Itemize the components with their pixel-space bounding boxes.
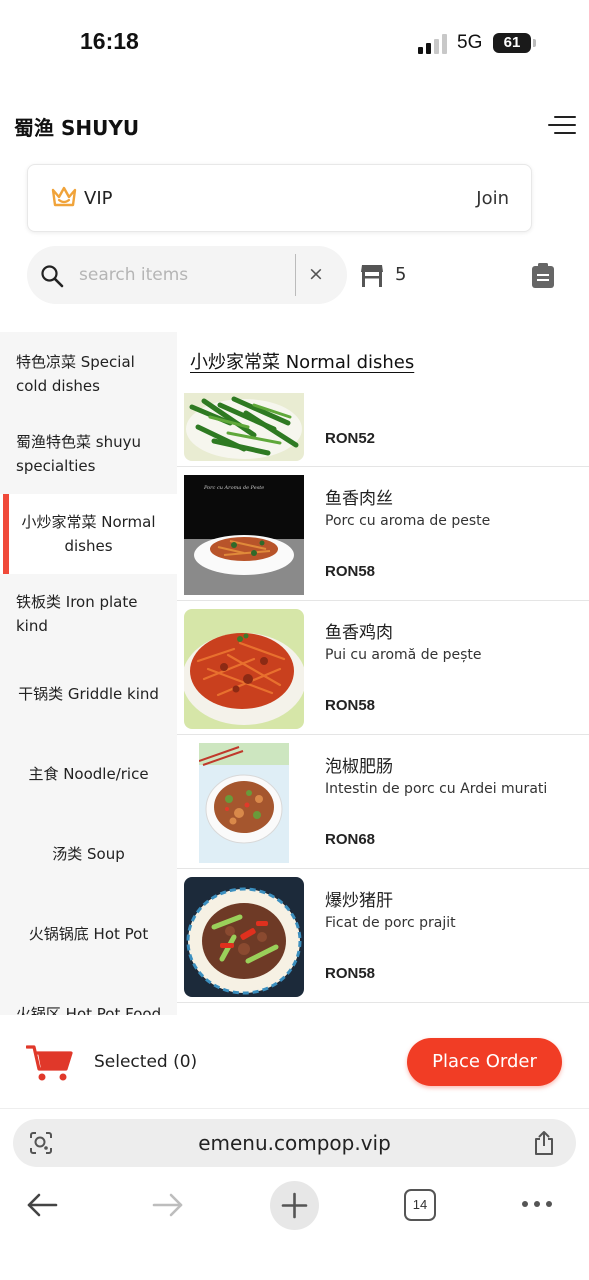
menu-icon[interactable] [548,114,576,138]
category-item-griddle[interactable]: 干锅类 Griddle kind [0,654,177,734]
dish-name: 爆炒猪肝 [325,891,393,911]
vip-join-link[interactable]: Join [476,188,509,209]
restaurant-title: 蜀渔 SHUYU [14,116,140,140]
dish-name: 泡椒肥肠 [325,757,393,777]
category-label: 火锅区 Hot Pot Food [15,1005,162,1015]
photo-caption: Porc cu Aroma de Peste [203,485,264,491]
table-icon [361,265,383,287]
stir-fried-greens-photo [184,393,304,461]
category-label: 铁板类 Iron plate kind [16,593,138,635]
dish-name: 鱼香鸡肉 [325,623,393,643]
category-label: 汤类 Soup [52,845,125,863]
category-sidebar[interactable]: 特色凉菜 Special cold dishes 蜀渔特色菜 shuyu spe… [0,332,177,1015]
pork-liver-photo [184,877,304,997]
forward-icon[interactable] [152,1190,184,1220]
category-item-hot-pot[interactable]: 火锅锅底 Hot Pot [0,894,177,974]
dish-item[interactable]: Porc cu Aroma de Peste 鱼香肉丝 Porc cu arom… [177,467,589,601]
crown-icon [51,186,77,207]
share-icon[interactable] [533,1130,555,1156]
clipboard-icon[interactable] [531,263,555,289]
category-label: 火锅锅底 Hot Pot [28,925,149,943]
browser-url-bar[interactable]: emenu.compop.vip [13,1119,576,1167]
pork-intestine-photo [199,743,289,863]
battery-nub [533,39,536,47]
url-text[interactable]: emenu.compop.vip [13,1131,576,1155]
dish-price: RON58 [325,965,376,982]
dish-subtitle: Intestin de porc cu Ardei murati [325,781,548,797]
new-tab-button[interactable] [270,1181,319,1230]
search-input[interactable] [79,260,291,290]
category-item-shuyu-specialties[interactable]: 蜀渔特色菜 shuyu specialties [0,414,177,494]
category-item-hot-pot-food[interactable]: 火锅区 Hot Pot Food [0,974,177,1015]
dish-item[interactable]: 爆炒猪肝 Ficat de porc prajit RON58 [177,869,589,1003]
cart-icon[interactable] [26,1043,74,1083]
battery-icon: 61 [493,33,531,53]
category-item-normal-dishes[interactable]: 小炒家常菜 Normal dishes [0,494,177,574]
search-divider [295,254,296,296]
search-box[interactable]: × [27,246,347,304]
category-item-iron-plate[interactable]: 铁板类 Iron plate kind [0,574,177,654]
back-icon[interactable] [26,1190,58,1220]
category-label: 小炒家常菜 Normal dishes [21,513,156,555]
dish-subtitle: Ficat de porc prajit [325,915,456,931]
more-icon[interactable] [520,1194,554,1214]
dish-price: RON68 [325,831,376,848]
tabs-icon[interactable]: 14 [404,1189,436,1221]
place-order-button[interactable]: Place Order [407,1038,562,1086]
cart-bar: Selected (0) Place Order [0,1015,589,1109]
signal-icon [418,34,450,54]
search-icon [41,265,64,288]
plus-icon [281,1192,308,1219]
category-item-special-cold-dishes[interactable]: 特色凉菜 Special cold dishes [0,334,177,414]
dish-item[interactable]: RON52 [177,333,589,467]
active-category-marker [3,494,9,574]
dish-subtitle: Pui cu aromă de pește [325,647,482,663]
network-label: 5G [457,32,483,53]
dish-subtitle: Porc cu aroma de peste [325,513,491,529]
category-label: 特色凉菜 Special cold dishes [16,353,135,395]
category-label: 蜀渔特色菜 shuyu specialties [16,433,141,475]
category-item-soup[interactable]: 汤类 Soup [0,814,177,894]
close-icon[interactable]: × [306,263,326,285]
dish-price: RON58 [325,563,376,580]
status-time: 16:18 [80,28,139,54]
category-item-noodle-rice[interactable]: 主食 Noodle/rice [0,734,177,814]
table-number: 5 [395,264,407,285]
vip-card[interactable]: VIP Join [27,164,532,232]
vip-label: VIP [84,188,113,209]
shredded-chicken-photo [184,609,304,729]
status-bar: 16:18 5G 61 [0,0,589,90]
category-label: 干锅类 Griddle kind [18,685,159,703]
selected-count: Selected (0) [94,1052,198,1072]
shredded-pork-photo: Porc cu Aroma de Peste [184,475,304,595]
dish-item[interactable]: 鱼香鸡肉 Pui cu aromă de pește RON58 [177,601,589,735]
dish-price: RON52 [325,430,376,447]
dish-item[interactable]: 泡椒肥肠 Intestin de porc cu Ardei murati RO… [177,735,589,869]
category-label: 主食 Noodle/rice [28,765,149,783]
dish-name: 鱼香肉丝 [325,489,393,509]
dish-price: RON58 [325,697,376,714]
